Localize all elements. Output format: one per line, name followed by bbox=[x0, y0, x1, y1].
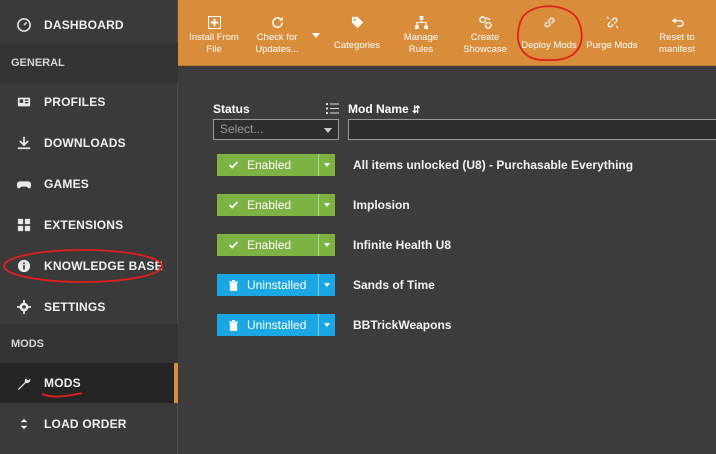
create-showcase-button[interactable]: Create Showcase bbox=[456, 0, 514, 66]
install-from-file-button[interactable]: Install From File bbox=[186, 0, 242, 66]
table-row[interactable]: Uninstalled BBTrickWeapons bbox=[178, 314, 716, 338]
sidebar-item-label: DOWNLOADS bbox=[44, 136, 126, 150]
sidebar-item-label: PROFILES bbox=[44, 95, 106, 109]
showcase-icon bbox=[478, 14, 492, 30]
sidebar-item-label: SETTINGS bbox=[44, 300, 106, 314]
categories-button[interactable]: Categories bbox=[326, 0, 388, 66]
mod-name-column-header[interactable]: Mod Name ⇵ bbox=[348, 102, 420, 116]
puzzle-icon bbox=[16, 217, 32, 233]
reset-to-manifest-button[interactable]: Reset to manifest bbox=[648, 0, 706, 66]
status-dropdown-button[interactable] bbox=[318, 154, 335, 176]
status-filter-select[interactable]: Select... bbox=[213, 119, 339, 140]
sidebar-item-label: GAMES bbox=[44, 177, 90, 191]
sidebar-item-label: MODS bbox=[44, 376, 81, 390]
table-row[interactable]: Enabled Infinite Health U8 bbox=[178, 234, 716, 258]
gamepad-icon bbox=[16, 176, 32, 192]
status-column-header[interactable]: Status bbox=[213, 102, 250, 116]
table-row[interactable]: Enabled Implosion bbox=[178, 194, 716, 218]
unlink-icon bbox=[606, 14, 619, 30]
status-dropdown-button[interactable] bbox=[318, 194, 335, 216]
sidebar-item-label: KNOWLEDGE BASE bbox=[44, 259, 163, 273]
sidebar-item-label: LOAD ORDER bbox=[44, 417, 127, 431]
mods-toolbar: Install From File Check for Updates... C… bbox=[178, 0, 716, 66]
status-dropdown-button[interactable] bbox=[318, 274, 335, 296]
status-toggle-enabled[interactable]: Enabled bbox=[217, 194, 335, 216]
chevron-down-icon bbox=[324, 128, 332, 133]
plus-icon bbox=[207, 14, 221, 30]
sort-icon: ⇵ bbox=[412, 105, 421, 116]
status-dropdown-button[interactable] bbox=[318, 314, 335, 336]
profiles-icon bbox=[16, 94, 32, 110]
sidebar-item-knowledge-base[interactable]: KNOWLEDGE BASE bbox=[0, 246, 178, 286]
sidebar-item-settings[interactable]: SETTINGS bbox=[0, 287, 178, 327]
trash-icon bbox=[227, 319, 239, 331]
table-row[interactable]: Uninstalled Sands of Time bbox=[178, 274, 716, 298]
check-icon bbox=[227, 160, 239, 171]
sidebar-item-dashboard[interactable]: DASHBOARD bbox=[0, 5, 178, 45]
mod-name: Infinite Health U8 bbox=[353, 238, 452, 252]
trash-icon bbox=[227, 279, 239, 291]
sidebar-item-profiles[interactable]: PROFILES bbox=[0, 82, 178, 122]
section-general: GENERAL bbox=[0, 43, 178, 83]
status-dropdown-button[interactable] bbox=[318, 234, 335, 256]
sidebar: DASHBOARD GENERAL PROFILES DOWNLOADS GAM… bbox=[0, 0, 178, 454]
updates-dropdown-caret[interactable] bbox=[312, 33, 320, 38]
info-icon bbox=[16, 258, 32, 274]
manage-rules-button[interactable]: Manage Rules bbox=[394, 0, 448, 66]
check-icon bbox=[227, 200, 239, 211]
dashboard-icon bbox=[16, 17, 32, 33]
sort-icon bbox=[16, 416, 32, 432]
check-icon bbox=[227, 240, 239, 251]
status-toggle-uninstalled[interactable]: Uninstalled bbox=[217, 274, 335, 296]
refresh-icon bbox=[271, 14, 284, 30]
mod-name: Implosion bbox=[353, 198, 410, 212]
section-mods: MODS bbox=[0, 324, 178, 364]
gear-icon bbox=[16, 299, 32, 315]
list-icon[interactable] bbox=[326, 103, 339, 114]
tag-icon bbox=[351, 14, 364, 30]
sidebar-item-mods[interactable]: MODS bbox=[0, 363, 178, 403]
link-icon bbox=[543, 14, 556, 30]
sidebar-item-label: DASHBOARD bbox=[44, 18, 124, 32]
table-row[interactable]: Enabled All items unlocked (U8) - Purcha… bbox=[178, 154, 716, 178]
check-for-updates-button[interactable]: Check for Updates... bbox=[248, 0, 306, 66]
download-icon bbox=[16, 135, 32, 151]
purge-mods-button[interactable]: Purge Mods bbox=[582, 0, 642, 66]
mod-name: BBTrickWeapons bbox=[353, 318, 452, 332]
status-toggle-uninstalled[interactable]: Uninstalled bbox=[217, 314, 335, 336]
sidebar-item-label: EXTENSIONS bbox=[44, 218, 124, 232]
sidebar-item-games[interactable]: GAMES bbox=[0, 164, 178, 204]
wrench-icon bbox=[16, 375, 32, 391]
mod-name: Sands of Time bbox=[353, 278, 435, 292]
deploy-mods-button[interactable]: Deploy Mods bbox=[518, 0, 580, 66]
sidebar-item-load-order[interactable]: LOAD ORDER bbox=[0, 404, 178, 444]
sidebar-item-downloads[interactable]: DOWNLOADS bbox=[0, 123, 178, 163]
sidebar-item-extensions[interactable]: EXTENSIONS bbox=[0, 205, 178, 245]
status-toggle-enabled[interactable]: Enabled bbox=[217, 154, 335, 176]
mod-name-filter-input[interactable] bbox=[348, 119, 716, 140]
mod-name: All items unlocked (U8) - Purchasable Ev… bbox=[353, 158, 634, 172]
undo-icon bbox=[671, 14, 684, 30]
status-toggle-enabled[interactable]: Enabled bbox=[217, 234, 335, 256]
mod-list-panel: Status Mod Name ⇵ Select... Enabled All … bbox=[178, 66, 716, 454]
sitemap-icon bbox=[414, 14, 428, 30]
vortex-window: DASHBOARD GENERAL PROFILES DOWNLOADS GAM… bbox=[0, 0, 716, 454]
